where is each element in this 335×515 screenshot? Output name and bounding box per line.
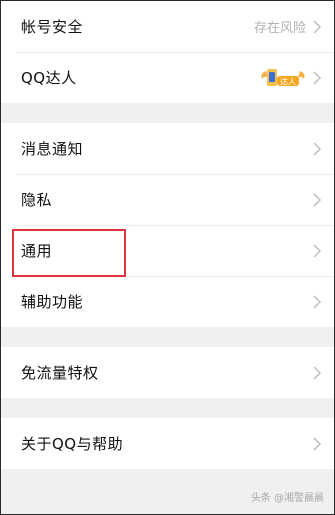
wing-badge-icon: 达人 <box>261 68 305 86</box>
privacy-row[interactable]: 隐私 <box>1 174 334 225</box>
accessibility-label: 辅助功能 <box>21 293 84 311</box>
account-security-label: 帐号安全 <box>21 18 84 36</box>
general-label: 通用 <box>21 242 53 260</box>
free-data-row[interactable]: 免流量特权 <box>1 347 334 398</box>
chevron-right-icon <box>313 436 322 451</box>
about-help-label: 关于QQ与帮助 <box>21 435 124 453</box>
about-help-right <box>312 418 322 469</box>
accessibility-right <box>312 276 322 327</box>
privacy-label: 隐私 <box>21 191 53 209</box>
notifications-label: 消息通知 <box>21 140 84 158</box>
qq-master-badge-icon: 达人 <box>260 68 306 88</box>
account-security-row[interactable]: 帐号安全 存在风险 <box>1 1 334 52</box>
qq-master-row[interactable]: QQ达人 达人 <box>1 52 334 103</box>
about-help-row[interactable]: 关于QQ与帮助 <box>1 418 334 469</box>
account-security-right: 存在风险 <box>254 1 322 52</box>
qq-master-right: 达人 <box>260 52 322 103</box>
accessibility-row[interactable]: 辅助功能 <box>1 276 334 327</box>
notifications-right <box>312 123 322 174</box>
general-group: 消息通知 隐私 通用 辅助功能 <box>1 123 334 327</box>
data-privilege-group: 免流量特权 <box>1 347 334 398</box>
qq-master-label: QQ达人 <box>21 69 77 87</box>
badge-text: 达人 <box>280 76 296 86</box>
chevron-right-icon <box>313 365 322 380</box>
about-group: 关于QQ与帮助 <box>1 418 334 469</box>
general-row[interactable]: 通用 <box>1 225 334 276</box>
free-data-right <box>312 347 322 398</box>
chevron-right-icon <box>313 243 322 258</box>
chevron-right-icon <box>313 19 322 34</box>
account-group: 帐号安全 存在风险 QQ达人 达人 <box>1 1 334 103</box>
chevron-right-icon <box>313 294 322 309</box>
general-right <box>312 225 322 276</box>
chevron-right-icon <box>313 192 322 207</box>
notifications-row[interactable]: 消息通知 <box>1 123 334 174</box>
risk-status-text: 存在风险 <box>253 21 306 36</box>
settings-screen: 帐号安全 存在风险 QQ达人 达人 消息通知 隐私 通用 辅助功能 免流量特权 … <box>0 0 335 515</box>
free-data-label: 免流量特权 <box>21 364 99 382</box>
watermark-text: 头条 @湘警晨晨 <box>250 493 324 504</box>
privacy-right <box>312 174 322 225</box>
chevron-right-icon <box>313 70 322 85</box>
chevron-right-icon <box>313 141 322 156</box>
